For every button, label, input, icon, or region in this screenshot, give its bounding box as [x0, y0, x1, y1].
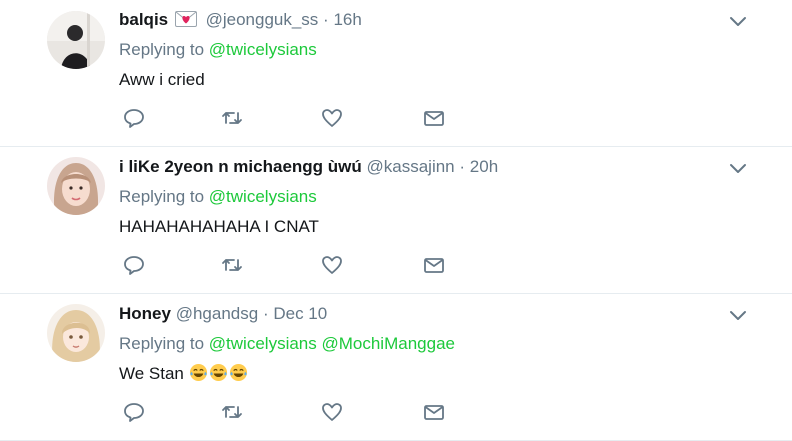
- tweet-text: HAHAHAHAHAHA I CNAT: [119, 217, 319, 236]
- direct-message-icon[interactable]: [422, 106, 446, 130]
- mention-link[interactable]: @twicelysians: [209, 334, 317, 353]
- reply-icon[interactable]: [122, 400, 146, 424]
- separator-dot: ·: [459, 157, 466, 176]
- tweet-text: We Stan: [119, 362, 752, 386]
- like-icon[interactable]: [320, 253, 344, 277]
- chevron-down-icon[interactable]: [729, 310, 747, 322]
- avatar[interactable]: [47, 304, 105, 362]
- face-with-tears-of-joy-icon: [209, 363, 228, 382]
- like-icon[interactable]: [320, 106, 344, 130]
- tweet[interactable]: i liKe 2yeon n michaengg ùwú @kassajinn …: [0, 147, 792, 294]
- replying-label: Replying to: [119, 187, 205, 206]
- user-handle[interactable]: @kassajinn: [367, 157, 455, 176]
- face-with-tears-of-joy-icon: [189, 363, 208, 382]
- display-name[interactable]: Honey: [119, 304, 171, 323]
- retweet-icon[interactable]: [220, 253, 244, 277]
- user-handle[interactable]: @jeongguk_ss: [206, 10, 319, 29]
- retweet-icon[interactable]: [220, 400, 244, 424]
- chevron-down-icon[interactable]: [729, 16, 747, 28]
- timestamp[interactable]: 16h: [333, 10, 361, 29]
- mention-link[interactable]: @twicelysians: [209, 40, 317, 59]
- mention-link[interactable]: @twicelysians: [209, 187, 317, 206]
- replying-label: Replying to: [119, 40, 205, 59]
- timestamp[interactable]: 20h: [470, 157, 498, 176]
- user-handle[interactable]: @hgandsg: [176, 304, 259, 323]
- replying-to: Replying to @twicelysians @MochiManggae: [119, 332, 752, 356]
- chevron-down-icon[interactable]: [729, 163, 747, 175]
- replying-label: Replying to: [119, 334, 205, 353]
- avatar[interactable]: [47, 11, 105, 69]
- avatar[interactable]: [47, 157, 105, 215]
- replying-to: Replying to @twicelysians: [119, 38, 752, 62]
- reply-icon[interactable]: [122, 253, 146, 277]
- retweet-icon[interactable]: [220, 106, 244, 130]
- like-icon[interactable]: [320, 400, 344, 424]
- tweet[interactable]: Honey @hgandsg · Dec 10 Replying to @twi…: [0, 294, 792, 441]
- replying-to: Replying to @twicelysians: [119, 185, 752, 209]
- separator-dot: ·: [323, 10, 329, 29]
- timestamp[interactable]: Dec 10: [273, 304, 327, 323]
- direct-message-icon[interactable]: [422, 400, 446, 424]
- tweet[interactable]: balqis @jeongguk_ss · 16h Replying to @t…: [0, 0, 792, 147]
- mention-link[interactable]: @MochiManggae: [321, 334, 455, 353]
- direct-message-icon[interactable]: [422, 253, 446, 277]
- tweet-text: Aww i cried: [119, 70, 205, 89]
- reply-icon[interactable]: [122, 106, 146, 130]
- separator-dot: ·: [262, 304, 269, 323]
- flag-icon: [174, 11, 197, 27]
- face-with-tears-of-joy-icon: [229, 363, 248, 382]
- display-name[interactable]: i liKe 2yeon n michaengg ùwú: [119, 157, 362, 176]
- tweet-text-body: We Stan: [119, 364, 184, 383]
- display-name[interactable]: balqis: [119, 10, 168, 29]
